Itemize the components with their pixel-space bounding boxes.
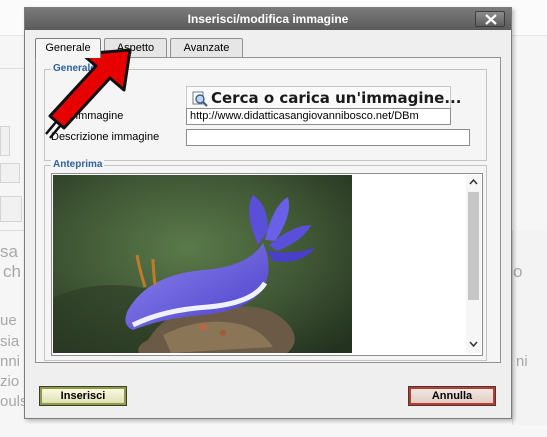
background-text: ch (3, 262, 21, 281)
preview-image (53, 175, 352, 353)
background-list-icon (0, 163, 20, 183)
background-omega-icon (0, 196, 22, 222)
chevron-down-icon (469, 341, 478, 348)
dialog-titlebar[interactable]: Inserisci/modifica immagine (25, 8, 511, 30)
preview-frame (51, 173, 483, 356)
background-side-panel (512, 230, 547, 425)
red-arrow-icon (45, 48, 132, 139)
background-text: o (513, 262, 523, 281)
browse-image-label: Cerca o carica un'immagine... (211, 89, 462, 107)
scroll-down-button[interactable] (466, 339, 481, 353)
background-toolbar-button (0, 126, 10, 156)
scroll-thumb[interactable] (468, 192, 479, 300)
background-text: ue (0, 312, 17, 329)
magnifier-icon (192, 91, 208, 107)
background-text: zio (0, 373, 20, 390)
preview-scrollbar[interactable] (466, 175, 481, 353)
dialog-title: Inserisci/modifica immagine (187, 12, 349, 26)
background-divider (0, 68, 24, 69)
close-icon (485, 14, 497, 25)
chevron-up-icon (469, 178, 478, 185)
background-divider (0, 230, 24, 231)
cancel-button[interactable]: Annulla (408, 386, 496, 406)
description-field[interactable] (186, 129, 470, 146)
insert-button[interactable]: Inserisci (39, 386, 127, 406)
background-text: nni (0, 353, 21, 370)
background-text: sa (0, 242, 18, 261)
tab-generale[interactable]: Generale (35, 38, 101, 58)
url-field[interactable]: http://www.didatticasangiovannibosco.net… (186, 108, 451, 125)
background-text: sia (0, 333, 20, 350)
preview-legend: Anteprima (51, 159, 105, 171)
close-button[interactable] (475, 11, 505, 27)
scroll-up-button[interactable] (466, 177, 481, 191)
background-text: ni (516, 353, 528, 370)
tab-avanzate[interactable]: Avanzate (170, 38, 243, 57)
